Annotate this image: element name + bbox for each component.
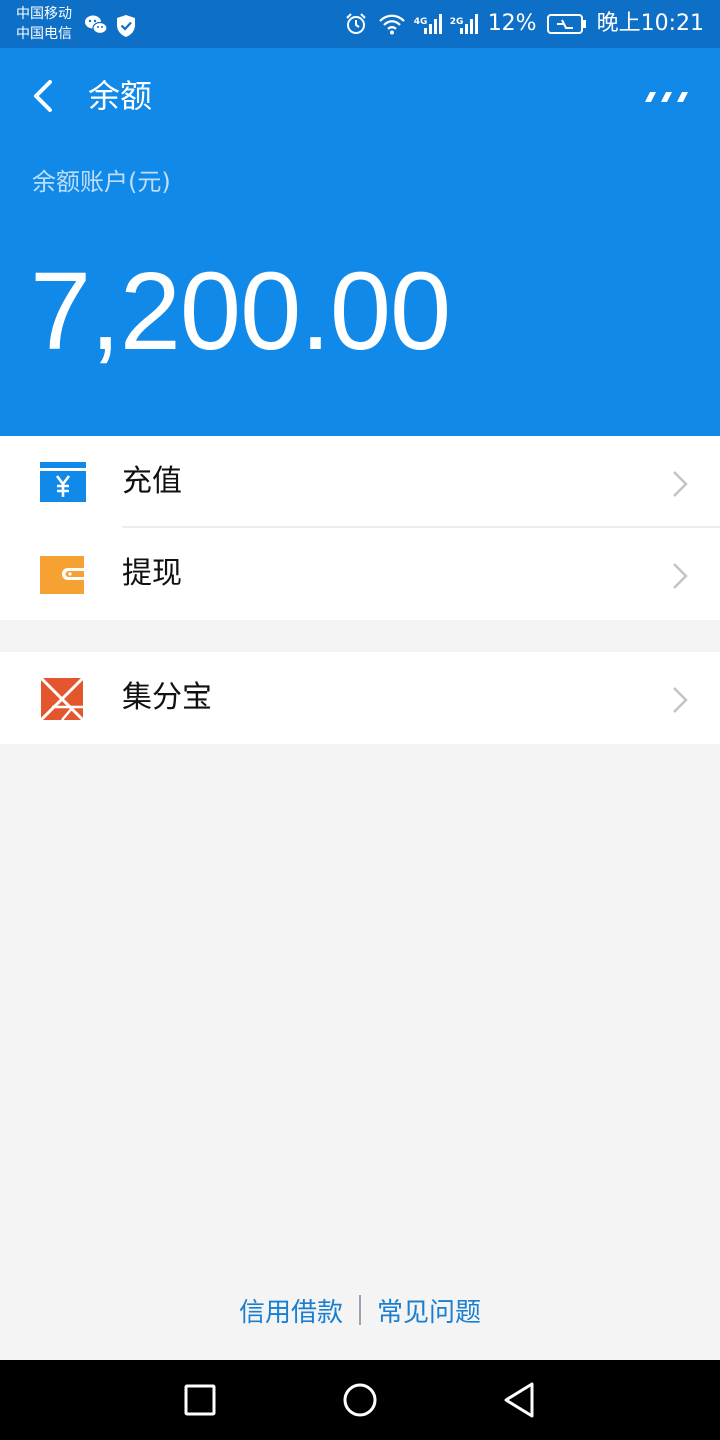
- battery-percent: 12%: [487, 11, 537, 36]
- network-type-2: 2G: [449, 17, 464, 27]
- battery-charging-icon: [546, 14, 586, 34]
- withdraw-row[interactable]: 提现: [0, 528, 720, 620]
- jifenbao-row[interactable]: 集分宝: [0, 652, 720, 744]
- wechat-icon: [85, 15, 108, 35]
- withdraw-label: 提现: [122, 556, 182, 591]
- back-icon[interactable]: [28, 78, 60, 114]
- jifenbao-icon: [40, 676, 85, 722]
- home-icon[interactable]: [340, 1380, 380, 1420]
- system-nav-bar: [0, 1360, 720, 1440]
- balance-actions: 充值 提现: [0, 436, 720, 620]
- alarm-icon: [345, 13, 366, 34]
- footer-separator: [359, 1295, 361, 1325]
- network-type-1: 4G: [413, 17, 428, 27]
- wifi-icon: [378, 14, 405, 35]
- chevron-right-icon: [673, 563, 688, 589]
- chevron-right-icon: [673, 471, 688, 497]
- chevron-right-icon: [673, 687, 688, 713]
- page-title: 余额: [88, 77, 153, 115]
- notification-icons: [84, 14, 136, 38]
- footer-links: 信用借款 常见问题: [0, 1288, 720, 1332]
- shield-icon: [117, 15, 135, 37]
- recharge-label: 充值: [122, 464, 182, 499]
- recharge-yuan-icon: [40, 462, 86, 502]
- signal-2: 2G: [450, 12, 478, 36]
- signal-1: 4G: [414, 12, 442, 36]
- jifenbao-label: 集分宝: [122, 680, 212, 715]
- recharge-row[interactable]: 充值: [0, 436, 720, 528]
- wallet-icon: [40, 556, 84, 594]
- balance-amount: 7,200.00: [30, 250, 451, 373]
- clock: 晚上10:21: [596, 11, 704, 36]
- back-triangle-icon[interactable]: [500, 1380, 540, 1420]
- recent-apps-icon[interactable]: [180, 1380, 220, 1420]
- account-label: 余额账户(元): [32, 168, 171, 196]
- status-bar: 中国移动 中国电信 4G 2G 12% 晚上10:21: [0, 0, 720, 48]
- balance-header: 余额 余额账户(元) 7,200.00: [0, 48, 720, 436]
- carrier-1: 中国移动: [16, 6, 72, 22]
- points-section: 集分宝: [0, 652, 720, 744]
- carrier-2: 中国电信: [16, 26, 72, 42]
- faq-link[interactable]: 常见问题: [377, 1292, 481, 1329]
- more-icon[interactable]: [642, 90, 688, 104]
- credit-loan-link[interactable]: 信用借款: [239, 1292, 343, 1329]
- status-right: 4G 2G 12% 晚上10:21: [344, 10, 704, 38]
- carrier-info: 中国移动 中国电信: [16, 4, 72, 44]
